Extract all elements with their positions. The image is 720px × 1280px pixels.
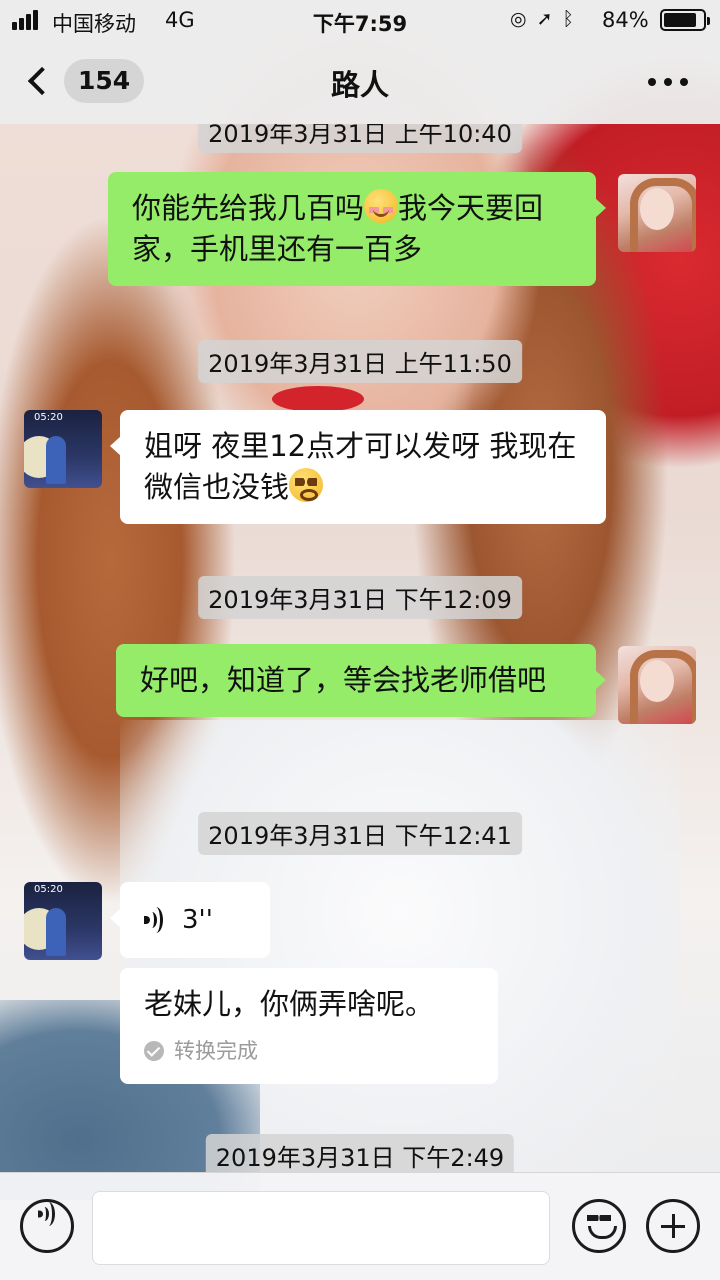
sent-message[interactable]: 好吧，知道了，等会找老师借吧 (116, 644, 606, 717)
timestamp: 2019年3月31日 下午12:09 (198, 576, 522, 619)
received-message[interactable]: 姐呀 夜里12点才可以发呀 我现在微信也没钱 (110, 410, 606, 524)
message-input[interactable] (92, 1191, 550, 1265)
dizzy-emoji-icon (289, 468, 324, 502)
self-avatar[interactable] (618, 174, 696, 252)
input-bar (0, 1172, 720, 1280)
message-text: 你能先给我几百吗 (132, 191, 365, 225)
battery-fill (664, 13, 696, 27)
message-list[interactable]: 2019年3月31日 上午10:40 你能先给我几百吗 我今天要回家，手机里还有一… (0, 124, 720, 1172)
battery-icon (660, 9, 710, 31)
timestamp: 2019年3月31日 上午10:40 (198, 124, 522, 153)
smile-emoji-icon (364, 189, 399, 223)
bluetooth-icon: ᛒ (562, 8, 584, 30)
emoji-button[interactable] (572, 1199, 626, 1253)
check-icon (144, 1041, 164, 1061)
contact-avatar[interactable]: 05:20 (24, 882, 102, 960)
sent-message[interactable]: 你能先给我几百吗 我今天要回家，手机里还有一百多 (108, 172, 606, 286)
chat-title: 路人 (330, 68, 389, 102)
voice-wave-icon (144, 906, 166, 934)
message-text: 姐呀 夜里12点才可以发呀 我现在微信也没钱 (144, 429, 577, 504)
more-button[interactable] (648, 78, 688, 88)
contact-avatar[interactable]: 05:20 (24, 410, 102, 488)
timestamp: 2019年3月31日 下午12:41 (198, 812, 522, 855)
chat-header: 154 路人 (0, 40, 720, 124)
transcribe-status: 转换完成 (144, 1039, 474, 1063)
status-bar: 中国移动 4G 下午7:59 ◎➚ᛒ 84% (0, 0, 720, 40)
message-text: 好吧，知道了，等会找老师借吧 (140, 663, 547, 697)
voice-transcript[interactable]: 老妹儿，你俩弄啥呢。 转换完成 (120, 968, 498, 1084)
timestamp: 2019年3月31日 下午2:49 (205, 1134, 515, 1172)
timestamp: 2019年3月31日 上午11:50 (198, 340, 522, 383)
battery-percent: 84% (602, 8, 649, 32)
transcribe-status-label: 转换完成 (174, 1039, 258, 1063)
voice-duration: 3'' (182, 904, 213, 935)
self-avatar[interactable] (618, 646, 696, 724)
status-icons: ◎➚ᛒ (510, 8, 584, 30)
more-actions-button[interactable] (646, 1199, 700, 1253)
voice-input-button[interactable] (20, 1199, 74, 1253)
transcript-text: 老妹儿，你俩弄啥呢。 (144, 987, 435, 1021)
location-icon: ➚ (536, 8, 563, 30)
orientation-lock-icon: ◎ (510, 8, 537, 30)
voice-message[interactable]: 3'' (110, 882, 270, 958)
